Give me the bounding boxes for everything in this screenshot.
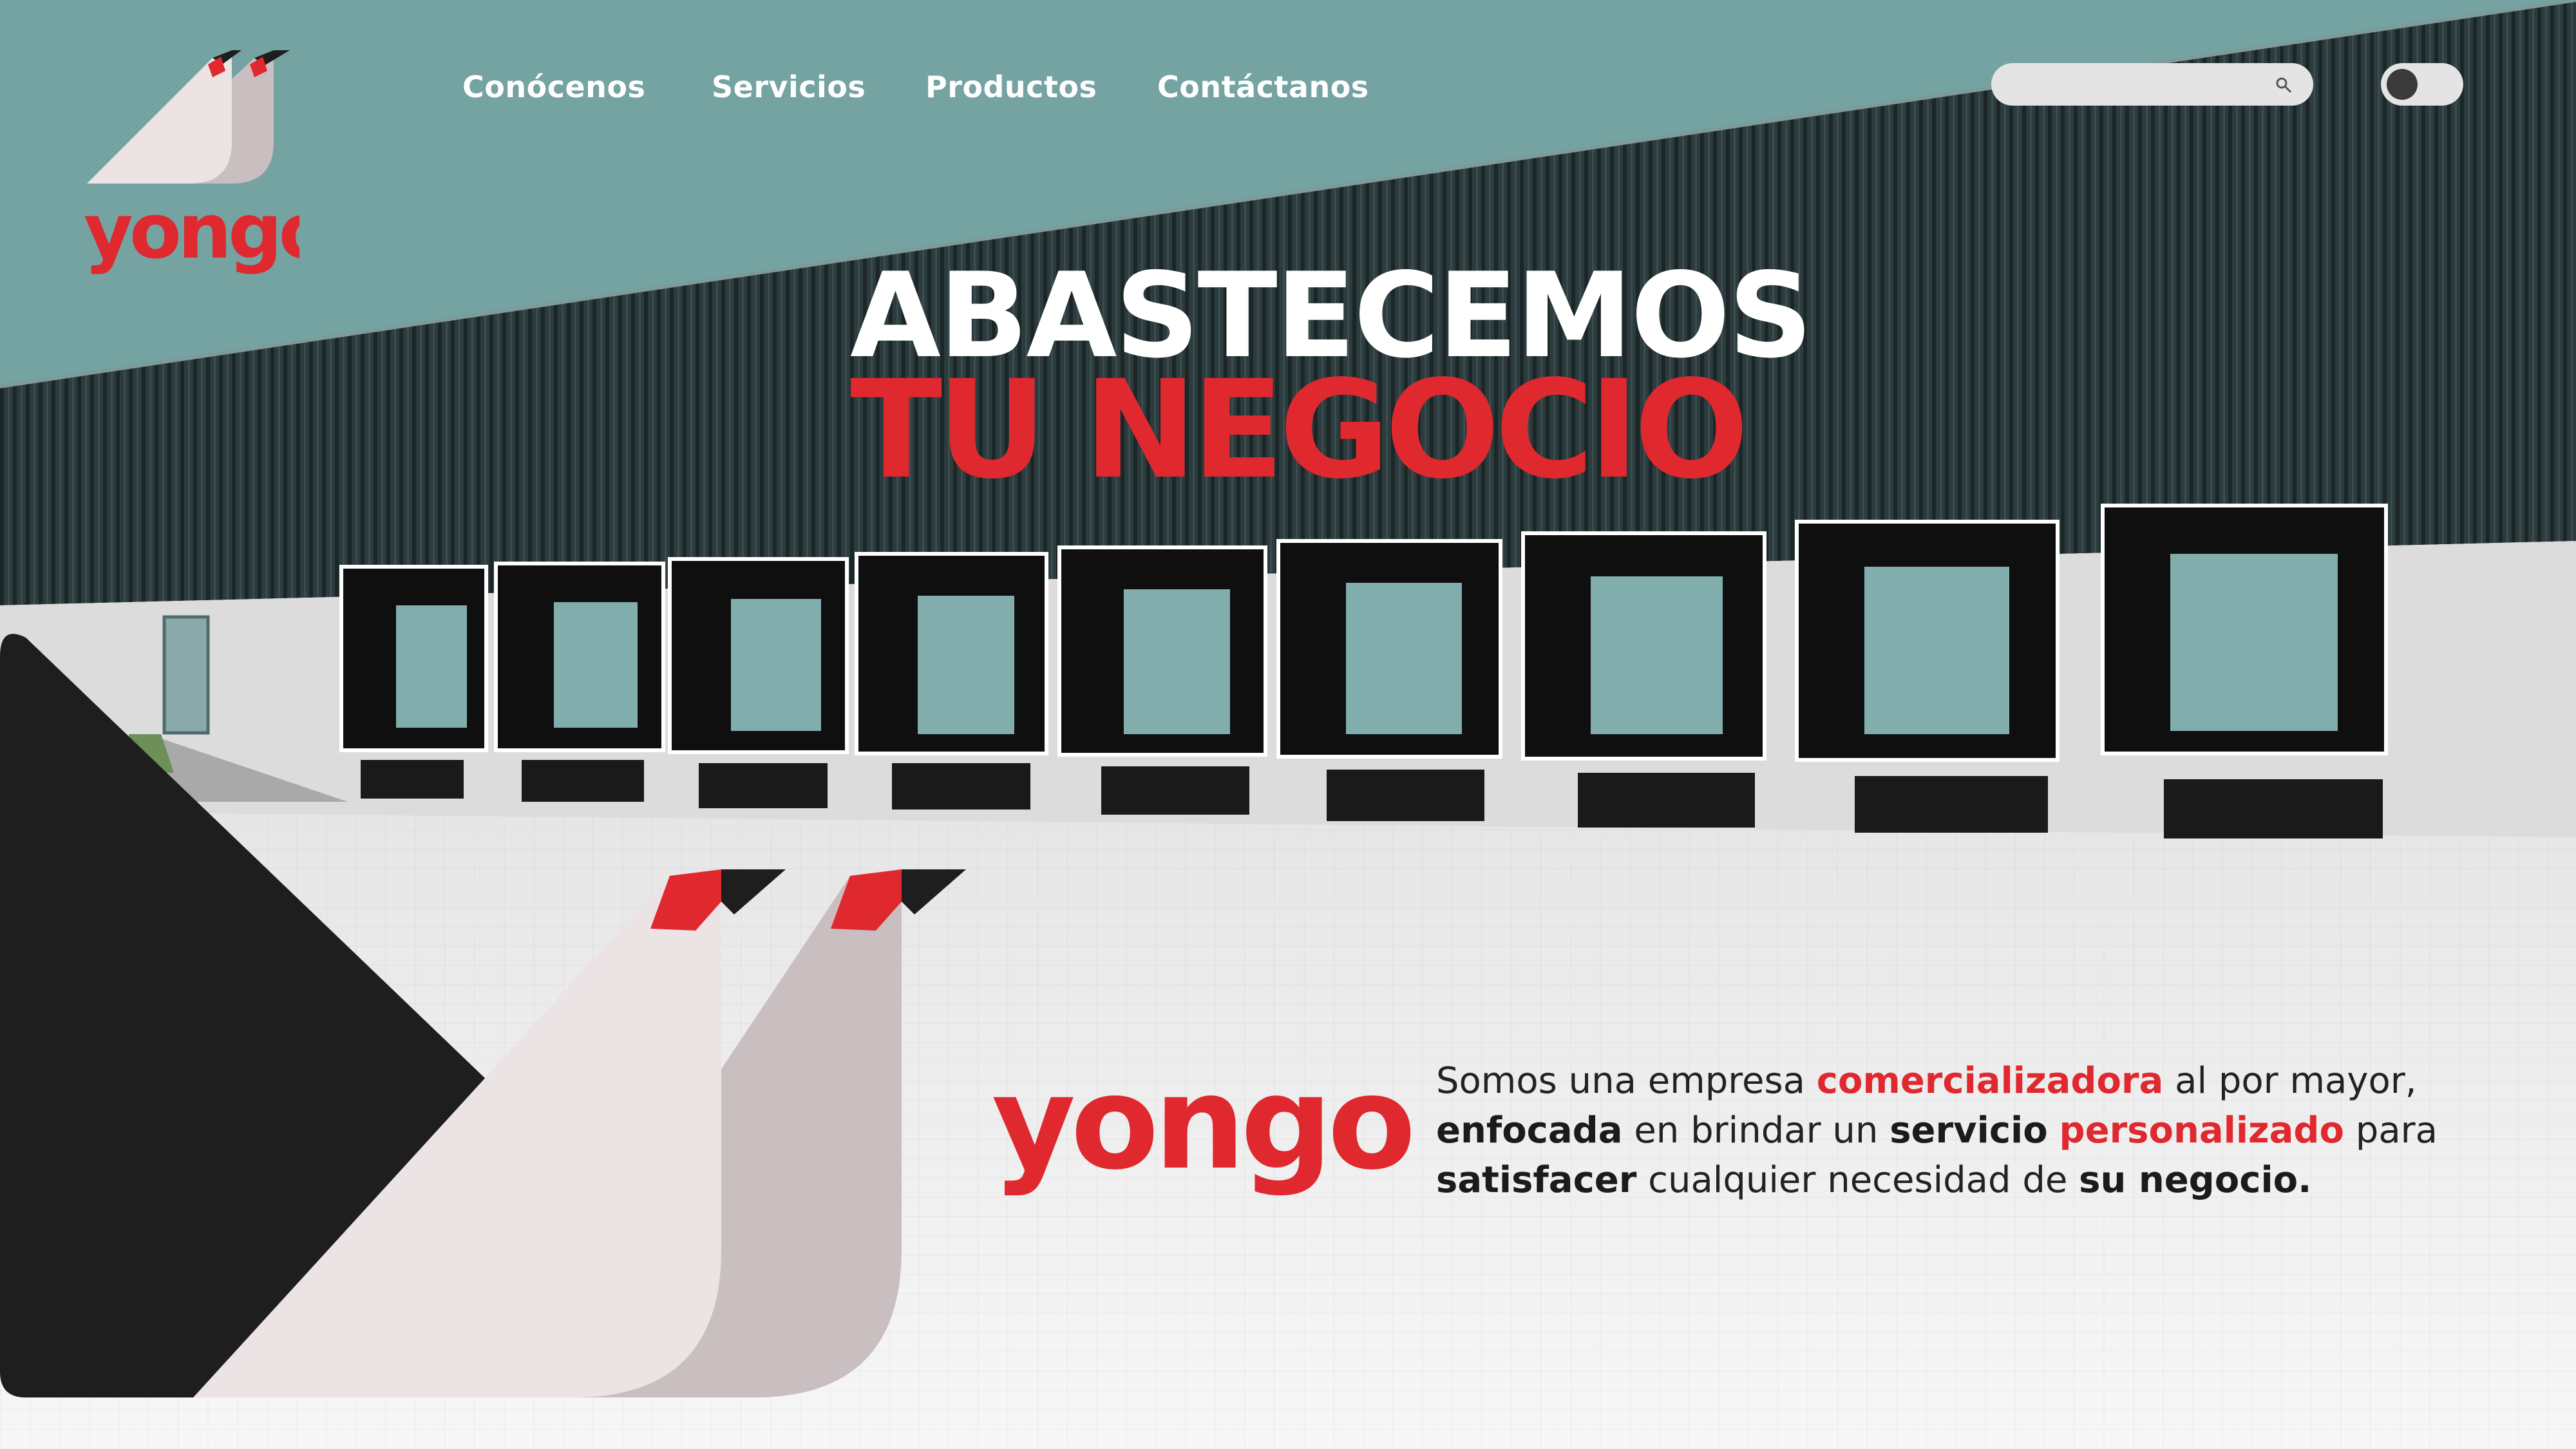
search-input[interactable] xyxy=(2009,71,2269,99)
brand-wordmark: yongo xyxy=(992,1048,1416,1198)
about-highlight: personalizado xyxy=(2059,1110,2344,1151)
nav-link-productos[interactable]: Productos xyxy=(925,70,1097,104)
about-text: en brindar un xyxy=(1622,1110,1890,1151)
theme-toggle[interactable] xyxy=(2381,63,2463,106)
brand-birds-graphic xyxy=(0,634,966,1398)
about-text: al por mayor, xyxy=(2163,1060,2417,1102)
toggle-knob xyxy=(2387,69,2418,100)
about-text: cualquier necesidad de xyxy=(1636,1159,2079,1201)
nav-link-servicios[interactable]: Servicios xyxy=(712,70,866,104)
about-highlight: comercializadora xyxy=(1816,1060,2164,1102)
about-paragraph: Somos una empresa comercializadora al po… xyxy=(1436,1056,2544,1205)
hero-headline: ABASTECEMOS TU NEGOCIO xyxy=(850,257,1813,509)
about-text xyxy=(2048,1110,2060,1151)
yongo-logo[interactable]: yongo xyxy=(80,45,299,277)
about-text: para xyxy=(2344,1110,2438,1151)
about-emphasis: su negocio. xyxy=(2079,1159,2312,1201)
about-emphasis: satisfacer xyxy=(1436,1159,1637,1201)
about-text: Somos una empresa xyxy=(1436,1060,1817,1102)
landing-page: yongo Conócenos Servicios Productos Cont… xyxy=(0,0,2576,1449)
search-bar xyxy=(1991,63,2313,106)
search-icon[interactable] xyxy=(2275,76,2293,94)
nav-link-conocenos[interactable]: Conócenos xyxy=(462,70,645,104)
svg-text:yongo: yongo xyxy=(84,187,299,276)
nav-link-contactanos[interactable]: Contáctanos xyxy=(1157,70,1369,104)
hero-line-2: TU NEGOCIO xyxy=(850,351,1749,509)
about-emphasis: servicio xyxy=(1889,1110,2048,1151)
about-emphasis: enfocada xyxy=(1436,1110,1623,1151)
